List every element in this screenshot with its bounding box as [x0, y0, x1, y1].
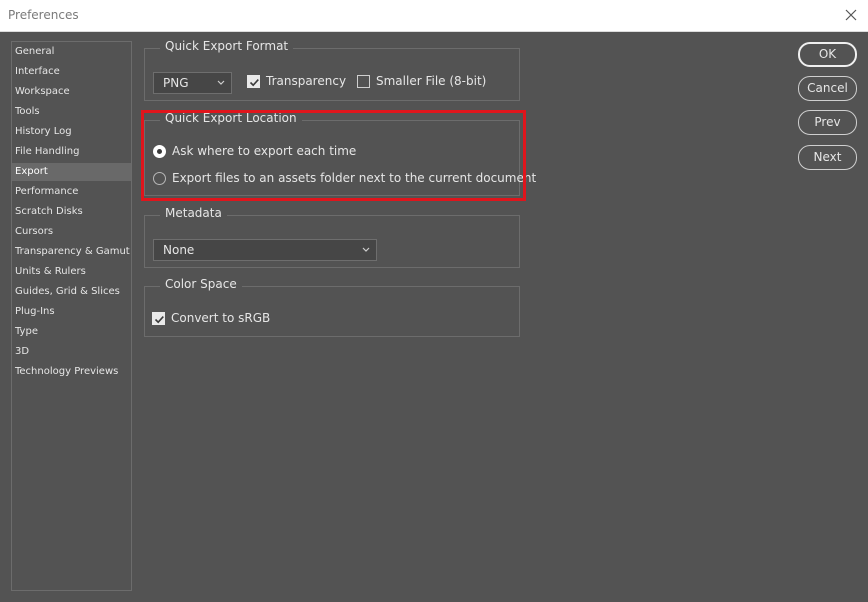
sidebar-item-workspace[interactable]: Workspace — [12, 83, 131, 101]
title-bar: Preferences — [0, 0, 868, 32]
format-select-value: PNG — [163, 76, 189, 90]
metadata-select-value: None — [163, 243, 195, 257]
quick-export-format-legend: Quick Export Format — [160, 39, 294, 53]
sidebar-item-plug-ins[interactable]: Plug-Ins — [12, 303, 131, 321]
chevron-down-icon — [360, 243, 372, 257]
checkmark-icon — [249, 78, 259, 86]
sidebar-item-guides-grid-slices[interactable]: Guides, Grid & Slices — [12, 283, 131, 301]
sidebar-item-units-rulers[interactable]: Units & Rulers — [12, 263, 131, 281]
sidebar-item-3d[interactable]: 3D — [12, 343, 131, 361]
annotation-highlight-box — [141, 110, 526, 201]
smaller-file-label: Smaller File (8-bit) — [376, 74, 487, 88]
convert-srgb-option[interactable]: Convert to sRGB — [152, 311, 270, 325]
sidebar-item-type[interactable]: Type — [12, 323, 131, 341]
close-icon[interactable] — [840, 4, 862, 26]
transparency-label: Transparency — [266, 74, 347, 88]
prev-button[interactable]: Prev — [798, 110, 857, 135]
transparency-option[interactable]: Transparency — [247, 74, 346, 88]
chevron-down-icon — [215, 76, 227, 90]
sidebar-item-file-handling[interactable]: File Handling — [12, 143, 131, 161]
smaller-file-checkbox[interactable] — [357, 74, 370, 88]
ok-button[interactable]: OK — [798, 42, 857, 67]
sidebar-item-transparency-gamut[interactable]: Transparency & Gamut — [12, 243, 131, 261]
checkmark-icon — [154, 315, 164, 323]
sidebar-item-performance[interactable]: Performance — [12, 183, 131, 201]
sidebar-item-tools[interactable]: Tools — [12, 103, 131, 121]
sidebar-item-scratch-disks[interactable]: Scratch Disks — [12, 203, 131, 221]
color-space-legend: Color Space — [160, 277, 242, 291]
sidebar-item-technology-previews[interactable]: Technology Previews — [12, 363, 131, 381]
preferences-category-list: General Interface Workspace Tools Histor… — [11, 41, 132, 591]
sidebar-item-interface[interactable]: Interface — [12, 63, 131, 81]
sidebar-item-cursors[interactable]: Cursors — [12, 223, 131, 241]
convert-srgb-checkbox[interactable] — [152, 311, 165, 325]
sidebar-item-export[interactable]: Export — [12, 163, 131, 181]
smaller-file-option[interactable]: Smaller File (8-bit) — [357, 74, 486, 88]
window-title: Preferences — [8, 8, 79, 22]
format-select[interactable]: PNG — [153, 72, 232, 94]
transparency-checkbox[interactable] — [247, 74, 260, 88]
sidebar-item-general[interactable]: General — [12, 43, 131, 61]
metadata-legend: Metadata — [160, 206, 227, 220]
metadata-select[interactable]: None — [153, 239, 377, 261]
cancel-button[interactable]: Cancel — [798, 76, 857, 101]
next-button[interactable]: Next — [798, 145, 857, 170]
convert-srgb-label: Convert to sRGB — [171, 311, 271, 325]
sidebar-item-history-log[interactable]: History Log — [12, 123, 131, 141]
